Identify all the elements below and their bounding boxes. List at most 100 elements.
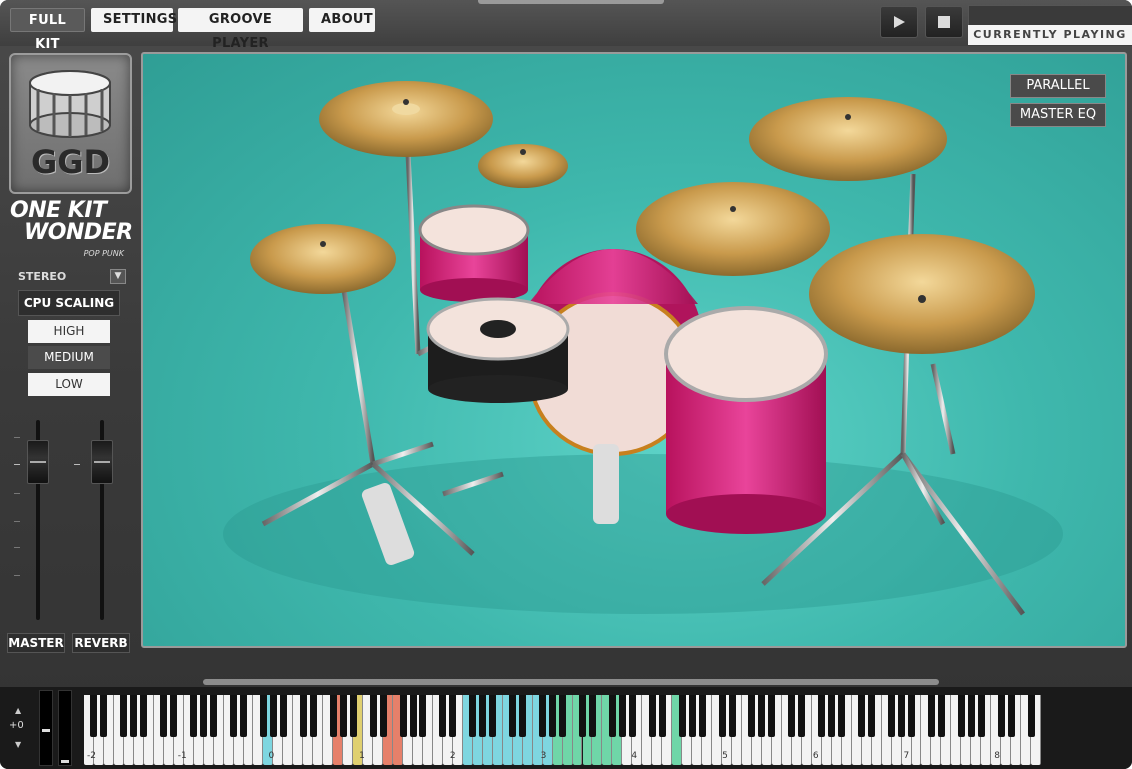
quality-low-button[interactable]: LOW (28, 373, 110, 396)
parallel-button[interactable]: PARALLEL (1010, 74, 1106, 98)
black-key[interactable] (469, 695, 477, 737)
fader-tick (14, 521, 20, 522)
black-key[interactable] (648, 695, 656, 737)
black-key[interactable] (309, 695, 317, 737)
black-key[interactable] (339, 695, 347, 737)
tab-groove-player[interactable]: GROOVE PLAYER (178, 8, 303, 51)
black-key[interactable] (618, 695, 626, 737)
master-eq-button[interactable]: MASTER EQ (1010, 103, 1106, 127)
black-key[interactable] (329, 695, 337, 737)
black-key[interactable] (957, 695, 965, 737)
black-key[interactable] (698, 695, 706, 737)
snare-drum-icon (29, 70, 111, 138)
play-button[interactable] (880, 6, 918, 38)
cpu-scaling-button[interactable]: CPU SCALING (18, 290, 120, 316)
black-key[interactable] (768, 695, 776, 737)
black-key[interactable] (858, 695, 866, 737)
black-key[interactable] (399, 695, 407, 737)
resize-grip[interactable] (478, 0, 664, 4)
black-key[interactable] (898, 695, 906, 737)
black-key[interactable] (718, 695, 726, 737)
black-key[interactable] (419, 695, 427, 737)
black-key[interactable] (479, 695, 487, 737)
black-key[interactable] (818, 695, 826, 737)
reverb-fader-knob[interactable] (91, 440, 113, 484)
pitch-wheel[interactable] (39, 690, 53, 766)
black-key[interactable] (868, 695, 876, 737)
mod-wheel[interactable] (58, 690, 72, 766)
black-key[interactable] (977, 695, 985, 737)
black-key[interactable] (120, 695, 128, 737)
black-key[interactable] (349, 695, 357, 737)
black-key[interactable] (788, 695, 796, 737)
play-icon (894, 16, 905, 28)
black-key[interactable] (190, 695, 198, 737)
octave-label: 3 (540, 751, 547, 761)
black-key[interactable] (369, 695, 377, 737)
black-key[interactable] (927, 695, 935, 737)
octave-shift-value: +0 (9, 720, 24, 731)
black-key[interactable] (299, 695, 307, 737)
black-key[interactable] (579, 695, 586, 737)
black-key[interactable] (210, 695, 218, 737)
black-key[interactable] (908, 695, 915, 737)
black-key[interactable] (539, 695, 547, 737)
black-key[interactable] (798, 695, 806, 737)
black-key[interactable] (439, 695, 447, 737)
black-key[interactable] (90, 695, 98, 737)
black-key[interactable] (259, 695, 267, 737)
black-key[interactable] (379, 695, 387, 737)
black-key[interactable] (279, 695, 287, 737)
stop-button[interactable] (925, 6, 963, 38)
tab-about[interactable]: ABOUT (309, 8, 375, 32)
tab-settings[interactable]: SETTINGS (91, 8, 177, 32)
black-key[interactable] (888, 695, 896, 737)
reverb-label[interactable]: REVERB (72, 633, 130, 653)
black-key[interactable] (170, 695, 178, 737)
black-key[interactable] (628, 695, 636, 737)
quality-high-button[interactable]: HIGH (28, 320, 110, 343)
stereo-dropdown-button[interactable]: ▼ (110, 269, 126, 284)
black-key[interactable] (240, 695, 248, 737)
black-key[interactable] (230, 695, 238, 737)
black-key[interactable] (1027, 695, 1035, 737)
tab-full-kit[interactable]: FULL KIT (10, 8, 85, 52)
quality-medium-button[interactable]: MEDIUM (28, 346, 110, 369)
black-key[interactable] (1007, 695, 1015, 737)
black-key[interactable] (678, 695, 686, 737)
black-key[interactable] (758, 695, 766, 737)
logo-text: GGD (30, 143, 111, 181)
black-key[interactable] (967, 695, 975, 737)
octave-label: 4 (631, 751, 638, 761)
master-fader-knob[interactable] (27, 440, 49, 484)
black-key[interactable] (489, 695, 497, 737)
black-key[interactable] (937, 695, 945, 737)
black-key[interactable] (838, 695, 846, 737)
black-key[interactable] (200, 695, 208, 737)
master-label[interactable]: MASTER (7, 633, 65, 653)
black-key[interactable] (140, 695, 148, 737)
octave-label: 7 (903, 751, 910, 761)
octave-down-icon[interactable]: ▼ (15, 740, 21, 749)
black-key[interactable] (748, 695, 756, 737)
black-key[interactable] (688, 695, 696, 737)
black-key[interactable] (409, 695, 417, 737)
black-key[interactable] (588, 695, 596, 737)
octave-up-icon[interactable]: ▲ (15, 706, 21, 715)
black-key[interactable] (549, 695, 557, 737)
black-key[interactable] (658, 695, 666, 737)
black-key[interactable] (997, 695, 1005, 737)
black-key[interactable] (449, 695, 457, 737)
black-key[interactable] (559, 695, 567, 737)
black-key[interactable] (160, 695, 168, 737)
black-key[interactable] (100, 695, 108, 737)
black-key[interactable] (828, 695, 836, 737)
black-key[interactable] (509, 695, 517, 737)
panel-resize-grip[interactable] (203, 679, 939, 685)
black-key[interactable] (269, 695, 277, 737)
black-key[interactable] (728, 695, 736, 737)
black-key[interactable] (130, 695, 138, 737)
black-key[interactable] (519, 695, 527, 737)
black-key[interactable] (608, 695, 616, 737)
now-playing-label: CURRENTLY PLAYING (968, 25, 1132, 45)
